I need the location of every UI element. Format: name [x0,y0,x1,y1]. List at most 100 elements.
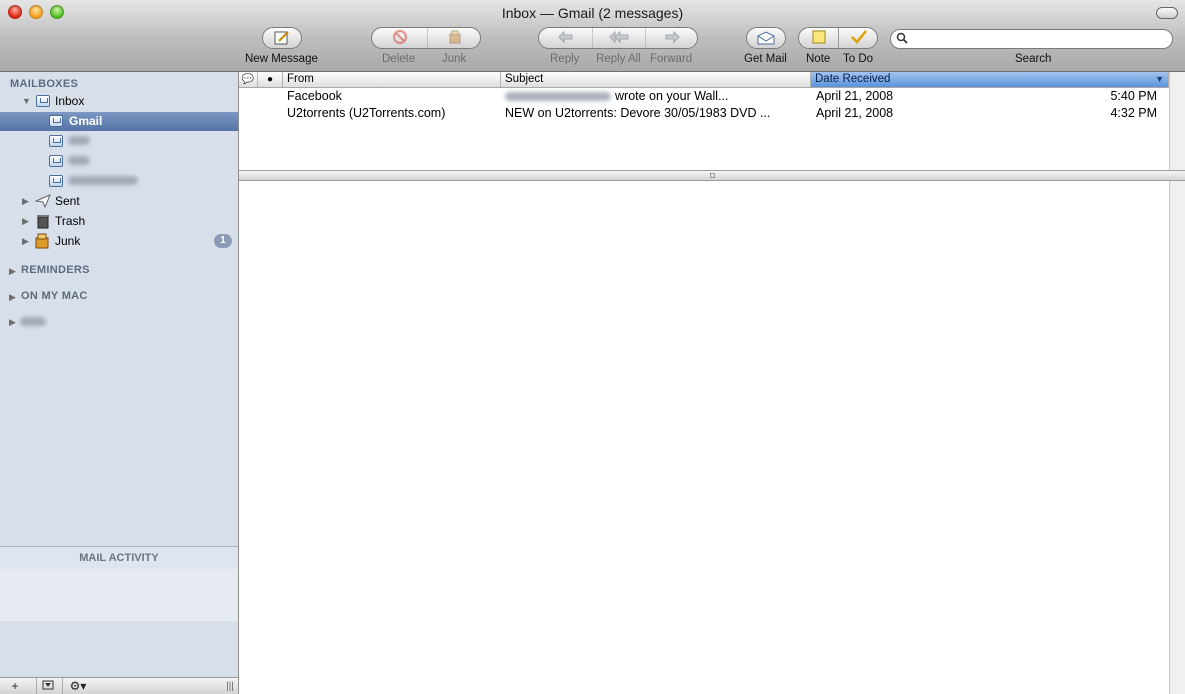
disclosure-triangle-icon[interactable]: ▶ [22,216,29,227]
column-date-label: Date Received [815,73,891,85]
column-thread[interactable]: 💬 [239,72,258,87]
todo-button[interactable] [838,28,877,48]
trash-icon [36,213,50,232]
disclosure-triangle-icon[interactable]: ▼ [22,96,31,106]
on-my-mac-header[interactable]: ON MY MAC [21,290,88,302]
redacted-label [20,317,46,326]
mailbox-label: Sent [55,194,80,208]
message-subject: NEW on U2torrents: Devore 30/05/1983 DVD… [505,106,771,120]
mailboxes-header[interactable]: MAILBOXES [10,78,78,90]
column-date-received[interactable]: Date Received ▼ [811,72,1169,87]
note-todo-group [798,27,878,49]
message-preview-pane [239,181,1169,694]
message-time: 4:32 PM [1110,106,1157,120]
disclosure-triangle-icon[interactable]: ▶ [9,266,16,277]
junk-button[interactable] [427,28,480,48]
reminders-header[interactable]: REMINDERS [21,264,90,276]
search-icon [896,32,908,47]
note-button[interactable] [799,28,838,48]
mail-activity-header[interactable]: MAIL ACTIVITY [0,546,238,569]
note-label: Note [806,53,831,65]
mailbox-label: Gmail [69,114,103,128]
mailbox-junk[interactable]: ▶ Junk 1 [0,232,238,251]
column-unread[interactable]: ● [258,72,283,87]
disclosure-triangle-icon[interactable]: ▶ [22,196,29,207]
delete-junk-group [371,27,481,49]
mailbox-trash[interactable]: ▶ Trash [0,212,238,231]
reply-all-icon [608,30,631,47]
splitter-handle-icon [710,173,715,178]
message-row[interactable]: U2torrents (U2Torrents.com) NEW on U2tor… [239,105,1169,122]
mailbox-label: Inbox [55,94,85,108]
todo-icon [850,29,868,48]
message-subject: wrote on your Wall... [615,89,729,103]
column-subject[interactable]: Subject [501,72,811,87]
unread-dot-icon: ● [266,74,274,85]
inbox-icon [49,115,63,127]
mailbox-inbox[interactable]: ▼ Inbox [0,92,238,111]
reply-all-button[interactable] [592,28,646,48]
new-message-button[interactable] [262,27,302,49]
get-mail-button[interactable] [746,27,786,49]
sort-descending-icon: ▼ [1155,74,1164,84]
search-field[interactable] [890,29,1173,49]
delete-button[interactable] [372,28,427,48]
pane-splitter[interactable] [239,170,1185,181]
speech-bubble-icon: 💬 [241,74,255,85]
junk-icon [447,29,463,48]
add-mailbox-button[interactable]: + [6,678,24,694]
activity-toggle-icon [42,680,54,690]
inbox-icon [49,135,63,147]
mailbox-sent[interactable]: ▶ Sent [0,192,238,211]
sent-icon [34,194,51,211]
message-time: 5:40 PM [1110,89,1157,103]
mail-activity-panel [0,569,238,621]
search-label: Search [1015,53,1052,65]
redacted-label [68,136,90,145]
compose-icon [263,28,301,48]
sidebar-footer: + ⚙▾ ||| [0,677,238,694]
window-title: Inbox — Gmail (2 messages) [501,5,684,21]
reply-label: Reply [550,53,580,65]
forward-button[interactable] [645,28,697,48]
action-menu-button[interactable]: ⚙▾ [62,678,93,694]
message-row[interactable]: Facebook wrote on your Wall... April 21,… [239,88,1169,105]
todo-label: To Do [843,53,874,65]
disclosure-triangle-icon[interactable]: ▶ [9,292,16,303]
unread-count-badge: 1 [214,234,232,248]
reply-group [538,27,698,49]
get-mail-icon [747,28,785,48]
inbox-icon [49,155,63,167]
reply-button[interactable] [539,28,592,48]
junk-label: Junk [442,53,467,65]
reply-icon [557,30,575,47]
mailbox-account-redacted[interactable] [0,152,238,171]
toolbar-toggle-button[interactable] [1156,7,1178,19]
mailbox-sidebar: MAILBOXES ▼ Inbox Gmail ▶ Sent ▶ Trash ▶… [0,72,239,694]
search-input[interactable] [911,31,1166,47]
mailbox-label: Junk [55,234,81,248]
redacted-label [68,156,90,165]
mailbox-account-redacted[interactable] [0,132,238,151]
column-from[interactable]: From [283,72,501,87]
new-message-label: New Message [245,53,318,65]
mailbox-label: Trash [55,214,86,228]
message-list: 💬 ● From Subject Date Received ▼ Faceboo… [239,72,1169,170]
mailbox-account-redacted[interactable] [0,172,238,191]
redacted-label [68,176,138,185]
delete-icon [392,29,408,48]
forward-label: Forward [650,53,693,65]
mail-window: Inbox — Gmail (2 messages) New Message D… [0,0,1185,694]
note-icon [811,29,827,48]
message-list-scrollbar[interactable] [1169,72,1185,170]
preview-scrollbar[interactable] [1169,181,1185,694]
disclosure-triangle-icon[interactable]: ▶ [9,317,16,328]
redacted-sender-name [505,92,611,101]
mailbox-gmail[interactable]: Gmail [0,112,238,131]
reply-all-label: Reply All [596,53,641,65]
disclosure-triangle-icon[interactable]: ▶ [22,236,29,247]
show-hide-activity-button[interactable] [36,678,59,694]
delete-label: Delete [382,53,416,65]
resize-handle[interactable]: ||| [224,678,236,694]
inbox-icon [36,95,50,107]
